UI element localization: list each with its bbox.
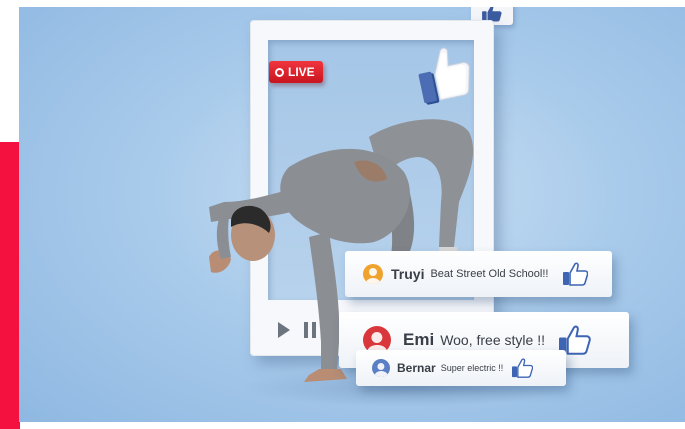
big-like xyxy=(415,43,471,107)
stage: LIVE Truyi Beat Street Old School!! Emi … xyxy=(0,0,685,429)
comment-author: Bernar xyxy=(397,361,436,375)
comment-text: Woo, free style !! xyxy=(440,332,545,348)
comment-text: Super electric !! xyxy=(440,363,504,373)
thumbs-up-icon[interactable] xyxy=(562,262,589,286)
avatar-icon xyxy=(372,359,390,377)
comment-text: Beat Street Old School!! xyxy=(430,268,549,280)
avatar-icon xyxy=(363,264,383,284)
comment-card: Truyi Beat Street Old School!! xyxy=(345,251,612,297)
comment-author: Truyi xyxy=(391,266,425,282)
record-icon xyxy=(275,67,284,77)
accent-bar xyxy=(0,142,20,429)
live-badge: LIVE xyxy=(269,61,323,83)
hero-image: LIVE Truyi Beat Street Old School!! Emi … xyxy=(19,7,685,422)
thumbs-up-icon xyxy=(418,47,470,105)
thumbs-up-icon[interactable] xyxy=(511,358,534,378)
live-label: LIVE xyxy=(288,65,315,79)
comment-author: Emi xyxy=(403,330,435,349)
comment-card: Bernar Super electric !! xyxy=(356,350,566,386)
